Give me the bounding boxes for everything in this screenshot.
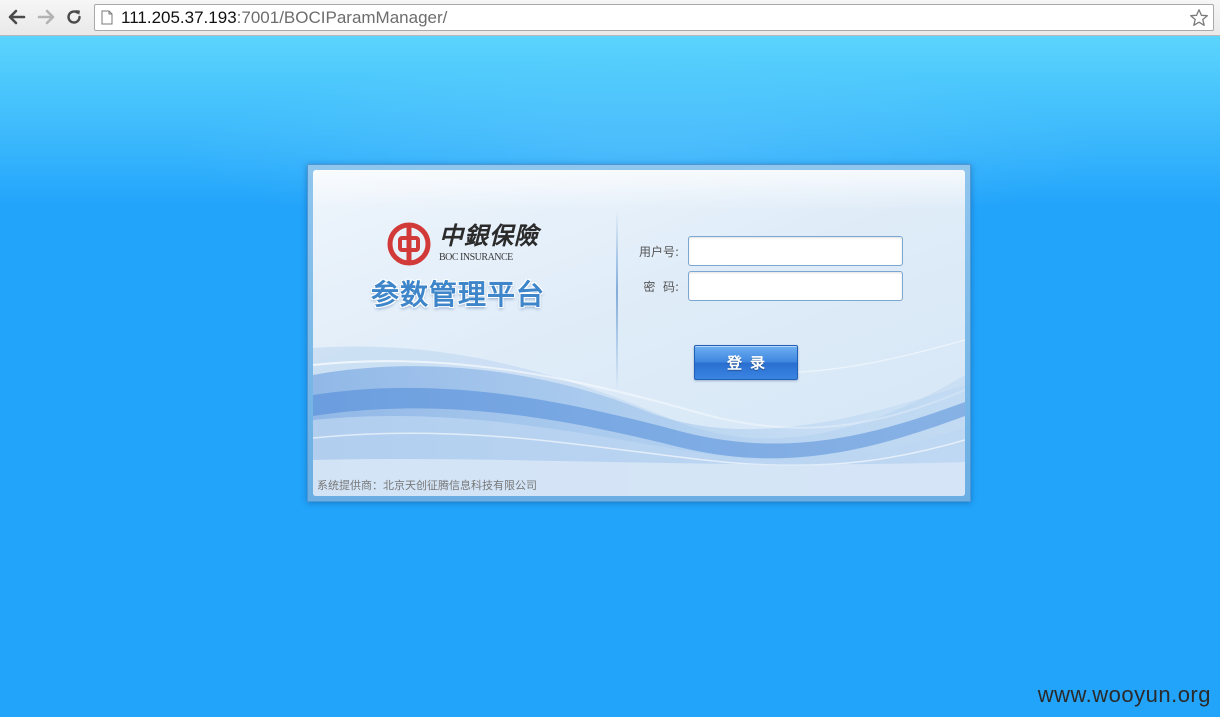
- browser-toolbar: 111.205.37.193:7001/BOCIParamManager/: [0, 0, 1220, 36]
- page-background: 中銀保險 BOC INSURANCE 参数管理平台 用户号: 密 码: 登录 系…: [0, 36, 1220, 717]
- provider-credit: 系统提供商：北京天创征腾信息科技有限公司: [317, 479, 537, 492]
- boc-logo-icon: [387, 222, 431, 266]
- password-input[interactable]: [688, 271, 903, 301]
- wave-decoration: [313, 339, 965, 496]
- forward-button[interactable]: [35, 6, 57, 28]
- url-text[interactable]: 111.205.37.193:7001/BOCIParamManager/: [121, 9, 447, 27]
- back-arrow-icon: [8, 9, 26, 25]
- logo-english-text: BOC INSURANCE: [439, 252, 513, 263]
- watermark: www.wooyun.org: [1037, 682, 1211, 707]
- login-button[interactable]: 登录: [694, 345, 798, 380]
- username-input[interactable]: [688, 236, 903, 266]
- platform-title: 参数管理平台: [371, 278, 546, 311]
- login-panel: 中銀保險 BOC INSURANCE 参数管理平台 用户号: 密 码: 登录 系…: [313, 170, 965, 496]
- reload-icon: [67, 10, 81, 24]
- login-dialog: 中銀保險 BOC INSURANCE 参数管理平台 用户号: 密 码: 登录 系…: [307, 164, 971, 502]
- forward-arrow-icon: [37, 9, 55, 25]
- star-icon[interactable]: [1189, 8, 1209, 28]
- panel-divider: [616, 210, 618, 392]
- page-icon: [101, 10, 113, 25]
- reload-button[interactable]: [63, 6, 85, 28]
- logo-chinese-text: 中銀保險: [439, 221, 539, 250]
- url-path: :7001/BOCIParamManager/: [236, 8, 448, 27]
- back-button[interactable]: [6, 6, 28, 28]
- password-label: 密 码:: [643, 280, 679, 294]
- username-label: 用户号:: [638, 245, 679, 259]
- url-host: 111.205.37.193: [121, 8, 237, 27]
- address-bar[interactable]: 111.205.37.193:7001/BOCIParamManager/: [94, 4, 1214, 31]
